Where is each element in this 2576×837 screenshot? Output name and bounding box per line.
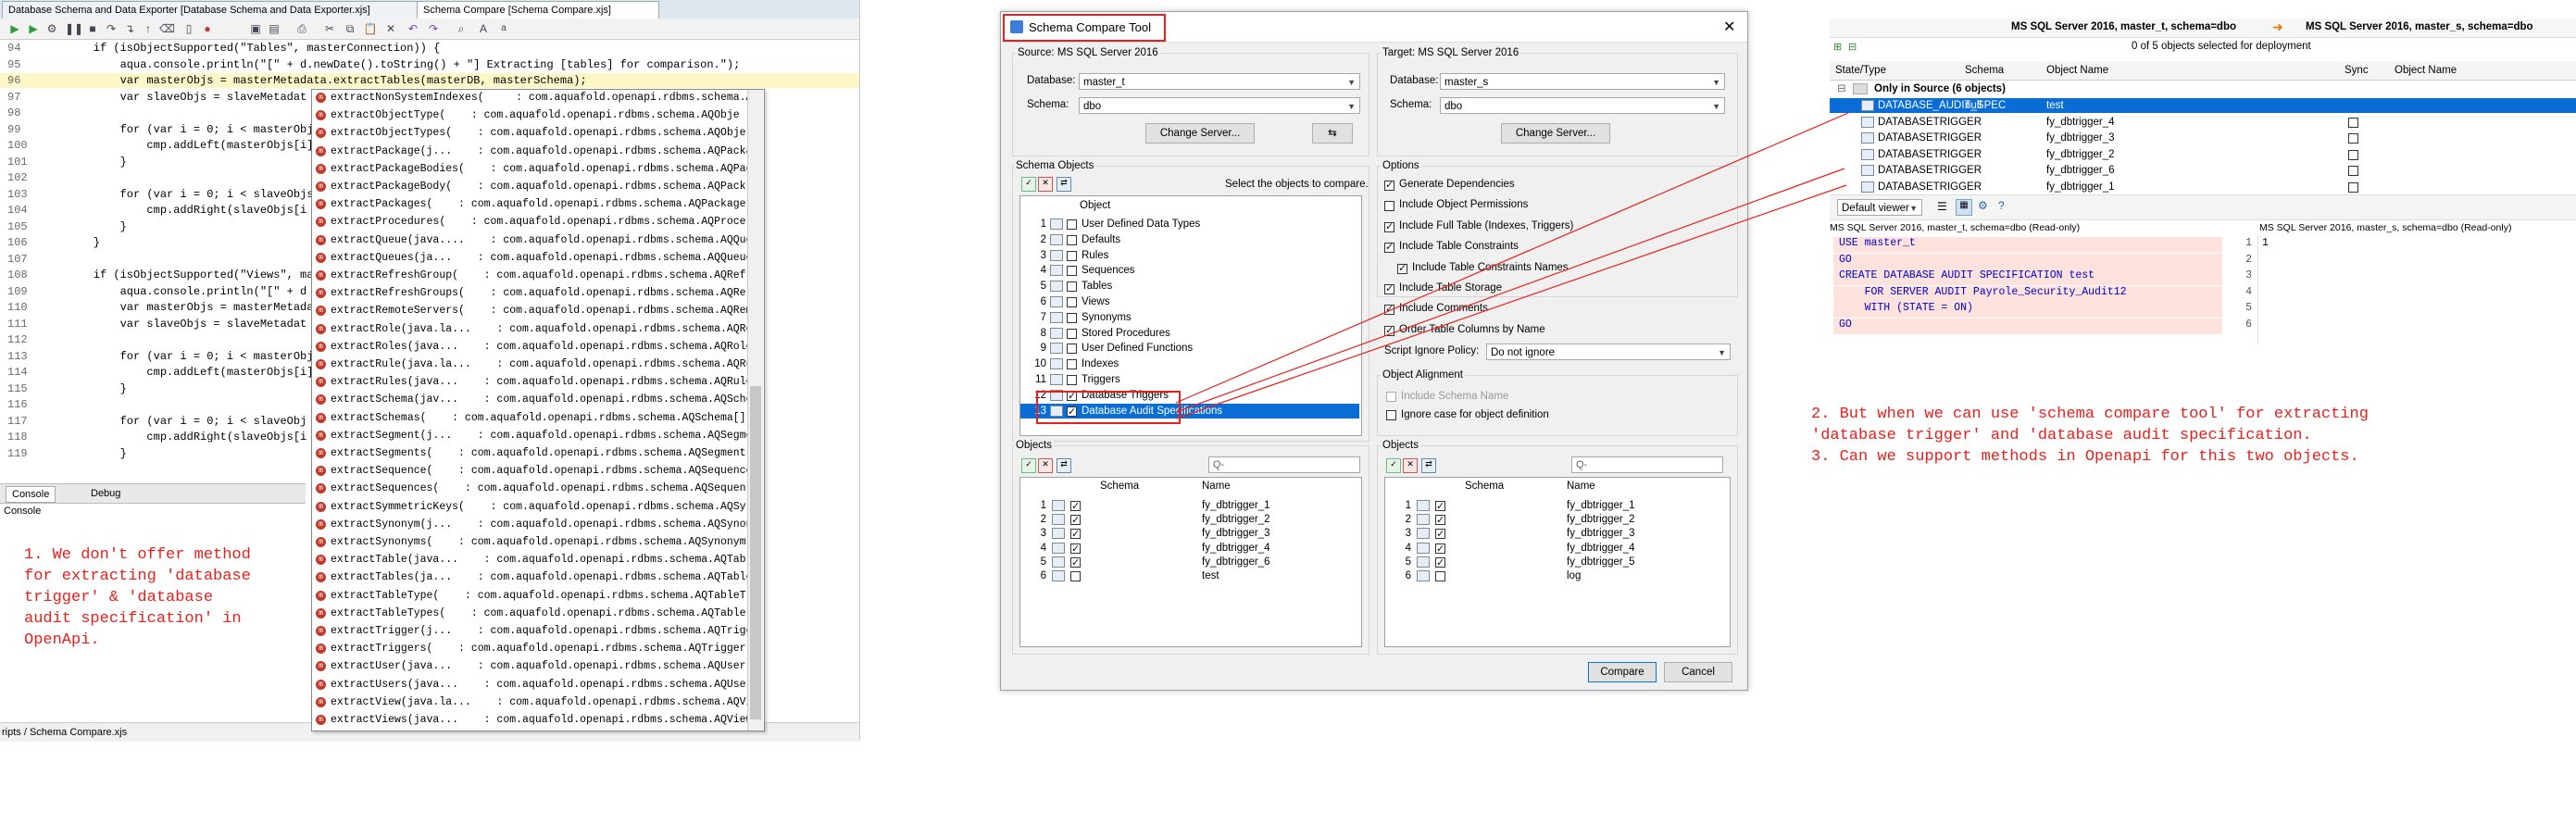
annotation-line-3: [1175, 184, 1847, 419]
annotation-arrows: [1175, 112, 1849, 419]
annotation-line-2: [1175, 168, 1845, 413]
annotation-line-1: [1175, 112, 1849, 404]
